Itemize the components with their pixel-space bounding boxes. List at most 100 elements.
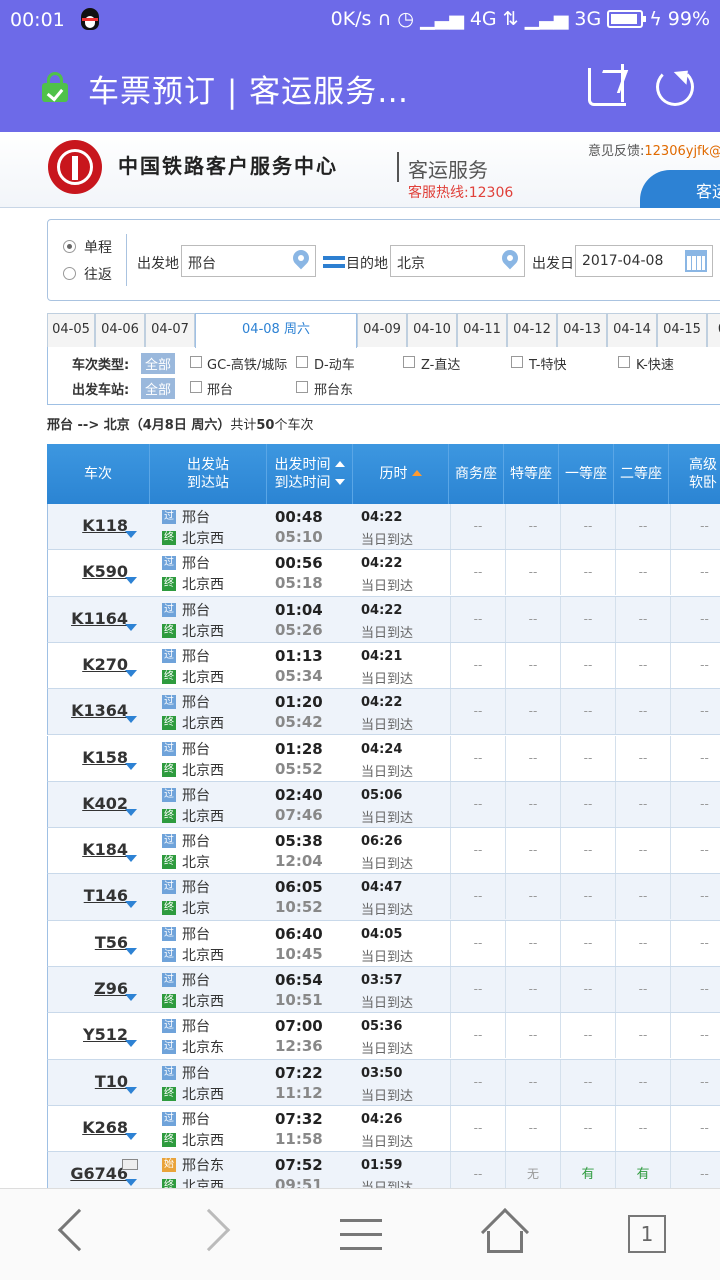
train-number-link[interactable]: K268	[48, 1118, 128, 1137]
seat-availability: --	[670, 504, 720, 549]
expand-stops-icon[interactable]	[125, 808, 137, 816]
seat-availability: --	[505, 596, 560, 642]
one-way-label[interactable]: 单程	[84, 237, 112, 257]
checkbox-k[interactable]	[618, 356, 630, 368]
train-type-all[interactable]: 全部	[141, 353, 176, 374]
expand-stops-icon[interactable]	[125, 901, 137, 909]
date-tab-9[interactable]: 04-14	[607, 313, 657, 347]
expand-stops-icon[interactable]	[125, 1179, 137, 1187]
train-number-link[interactable]: T146	[48, 886, 128, 905]
battery-level: 99%	[667, 8, 710, 30]
to-location-icon[interactable]	[501, 250, 519, 272]
type-d-label[interactable]: D-动车	[314, 354, 355, 373]
date-tab-2[interactable]: 04-07	[145, 313, 195, 347]
col-time-dep[interactable]: 出发时间	[275, 456, 345, 474]
checkbox-xingtaidong[interactable]	[296, 381, 308, 393]
date-tab-8[interactable]: 04-13	[557, 313, 607, 347]
calendar-icon[interactable]	[685, 250, 707, 272]
expand-stops-icon[interactable]	[125, 947, 137, 955]
one-way-radio[interactable]	[63, 240, 76, 253]
train-number-link[interactable]: K402	[48, 794, 128, 813]
expand-stops-icon[interactable]	[125, 623, 137, 631]
expand-stops-icon[interactable]	[125, 994, 137, 1001]
date-tab-5[interactable]: 04-10	[407, 313, 457, 347]
type-t-label[interactable]: T-特快	[529, 354, 566, 373]
railway-logo[interactable]	[48, 140, 102, 194]
to-label: 目的地	[346, 256, 388, 272]
expand-stops-icon[interactable]	[125, 669, 137, 677]
tabs-button[interactable]: 1	[576, 1189, 720, 1280]
col-soft-sleeper: 高级 软卧	[669, 444, 720, 504]
page-title[interactable]: 车票预订 | 客运服务…	[88, 66, 409, 111]
forward-button[interactable]	[144, 1189, 288, 1280]
date-tab-3[interactable]: 04-08 周六	[195, 313, 357, 348]
train-number-link[interactable]: K1364	[48, 701, 128, 720]
train-number-link[interactable]: K118	[48, 516, 128, 535]
seat-availability: --	[560, 689, 615, 735]
checkbox-z[interactable]	[403, 356, 415, 368]
expand-stops-icon[interactable]	[125, 577, 137, 585]
train-number-link[interactable]: K1164	[48, 609, 128, 628]
train-number-link[interactable]: K158	[48, 748, 128, 767]
station-xingtai-label[interactable]: 邢台	[207, 379, 233, 398]
checkbox-xingtai[interactable]	[190, 381, 202, 393]
expand-stops-icon[interactable]	[125, 1132, 137, 1140]
share-icon[interactable]	[588, 64, 626, 106]
col-business-label: 商务座	[455, 466, 497, 482]
from-station-tag: 过	[162, 1019, 176, 1034]
back-button[interactable]	[0, 1189, 144, 1280]
duration: 04:26	[361, 1111, 403, 1127]
home-button[interactable]	[432, 1189, 576, 1280]
expand-stops-icon[interactable]	[125, 716, 137, 724]
checkbox-gc[interactable]	[190, 356, 202, 368]
train-number-link[interactable]: T56	[48, 933, 128, 952]
date-tab-0[interactable]: 04-05	[47, 313, 95, 347]
train-number-link[interactable]: K270	[48, 655, 128, 674]
type-z-label[interactable]: Z-直达	[421, 354, 460, 373]
col-time-arr[interactable]: 到达时间	[275, 474, 345, 492]
checkbox-t[interactable]	[511, 356, 523, 368]
forward-icon	[187, 1208, 231, 1252]
type-gc-label[interactable]: GC-高铁/城际	[207, 354, 287, 373]
train-number-link[interactable]: T10	[48, 1072, 128, 1091]
secure-lock-icon[interactable]	[42, 72, 68, 102]
refresh-icon[interactable]	[656, 68, 694, 106]
train-number-link[interactable]: G6746	[48, 1164, 128, 1183]
checkbox-d[interactable]	[296, 356, 308, 368]
date-tab-1[interactable]: 04-06	[95, 313, 145, 347]
train-number-link[interactable]: Z96	[48, 979, 128, 998]
expand-stops-icon[interactable]	[125, 1086, 137, 1094]
date-tab-4[interactable]: 04-09	[357, 313, 407, 347]
train-number-link[interactable]: K590	[48, 562, 128, 581]
date-tab-11[interactable]: 0	[707, 313, 720, 347]
col-duration-wrap[interactable]: 历时	[380, 465, 422, 483]
date-tab-6[interactable]: 04-11	[457, 313, 507, 347]
round-trip-label[interactable]: 往返	[84, 264, 112, 284]
table-row: T56 过邢台过北京西 06:40 10:45 04:05 当日到达 -- -- -- -- --	[47, 920, 720, 967]
from-label: 出发地	[137, 256, 179, 272]
expand-stops-icon[interactable]	[125, 531, 137, 538]
expand-stops-icon[interactable]	[125, 762, 137, 770]
date-tab-7[interactable]: 04-12	[507, 313, 557, 347]
seat-availability: --	[505, 504, 560, 549]
departure-time: 06:54	[275, 971, 323, 989]
train-number-link[interactable]: Y512	[48, 1025, 128, 1044]
train-number-link[interactable]: K184	[48, 840, 128, 859]
round-trip-radio[interactable]	[63, 267, 76, 280]
date-tab-10[interactable]: 04-15	[657, 313, 707, 347]
station-all[interactable]: 全部	[141, 378, 176, 399]
station-xingtaidong-label[interactable]: 邢台东	[314, 379, 353, 398]
seat-availability: --	[505, 967, 560, 1012]
expand-stops-icon[interactable]	[125, 1040, 137, 1048]
duration: 04:22	[361, 695, 403, 711]
col-duration[interactable]: 历时	[353, 444, 449, 504]
nav-tab-passenger[interactable]: 客运	[640, 170, 720, 208]
type-k-label[interactable]: K-快速	[636, 354, 674, 373]
from-location-icon[interactable]	[292, 250, 310, 272]
swap-icon[interactable]	[323, 253, 345, 271]
col-time[interactable]: 出发时间 到达时间	[267, 444, 353, 504]
menu-button[interactable]	[288, 1189, 432, 1280]
expand-stops-icon[interactable]	[125, 855, 137, 863]
feedback-email-link[interactable]: 12306yjfk@	[644, 144, 720, 159]
seat-availability: --	[560, 920, 615, 966]
